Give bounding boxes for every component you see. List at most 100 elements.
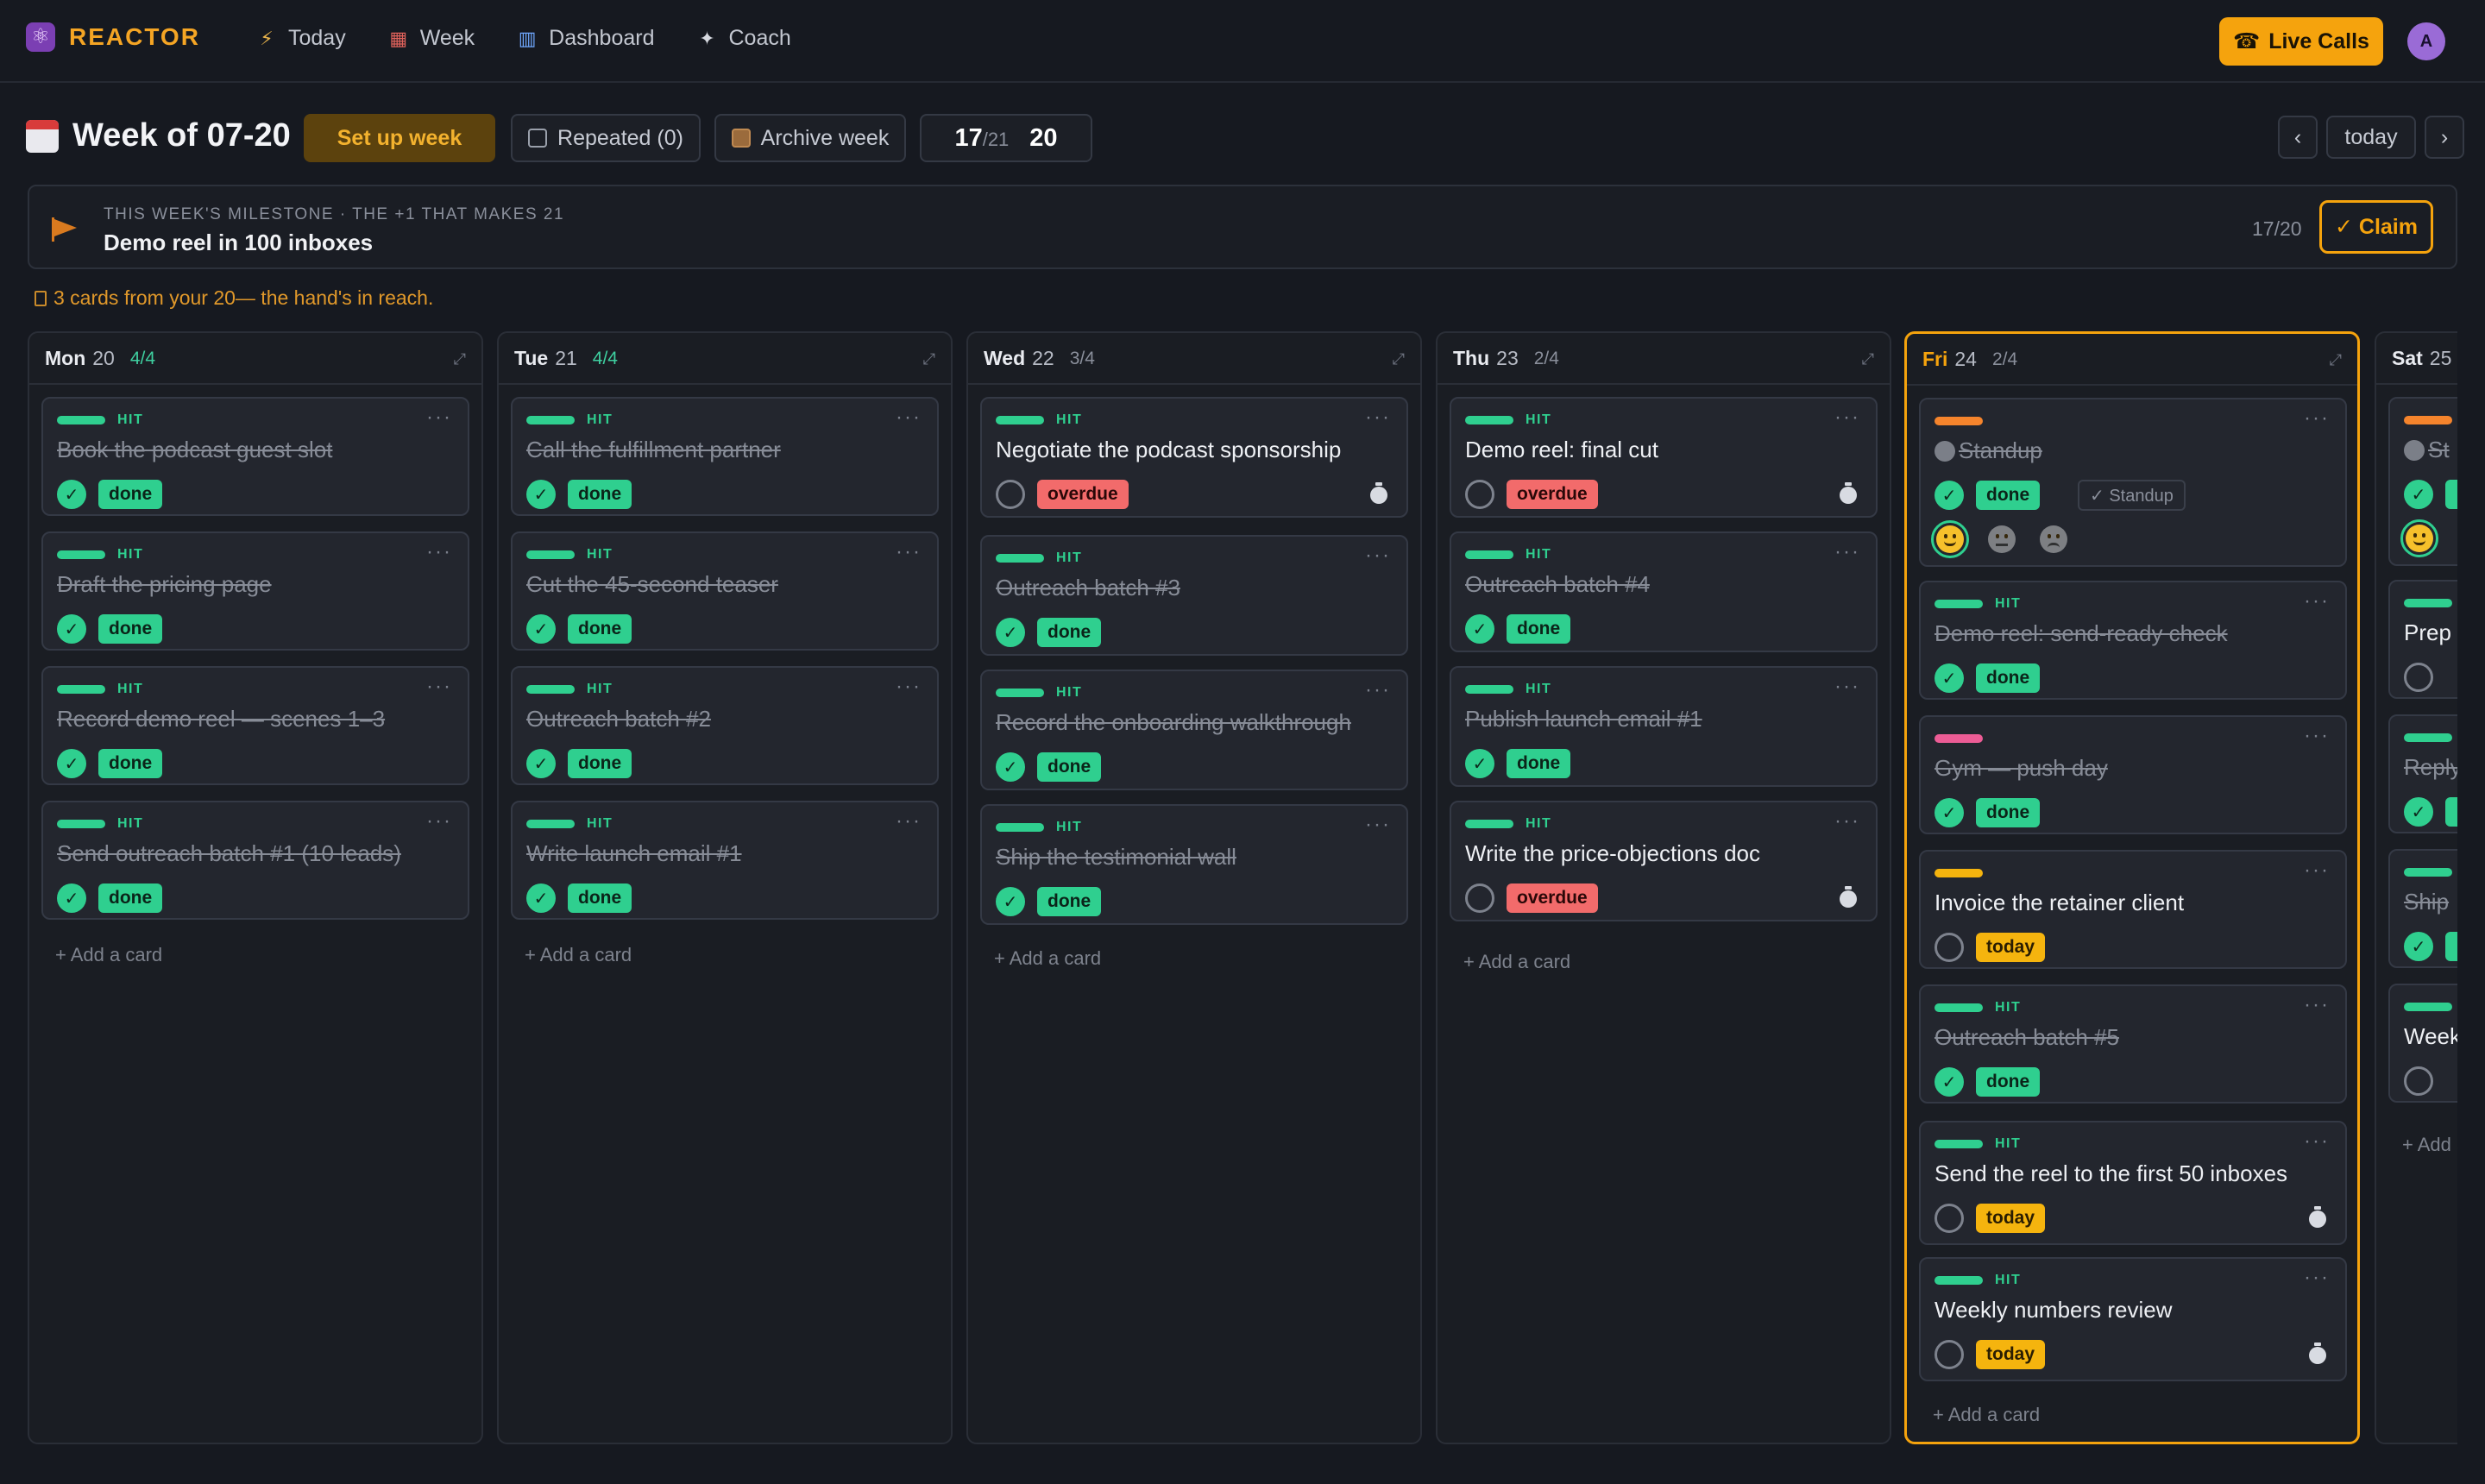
nav-week[interactable]: ▦ Week <box>387 26 475 51</box>
done-check-icon[interactable]: ✓ <box>57 883 86 913</box>
status-circle[interactable] <box>1935 1340 1964 1369</box>
done-check-icon[interactable]: ✓ <box>996 752 1025 782</box>
task-card[interactable]: HIT ··· Outreach batch #4 ✓ done <box>1450 531 1878 652</box>
task-card[interactable]: HIT ··· Ship the testimonial wall ✓ done <box>980 804 1408 925</box>
task-card[interactable]: Prep <box>2388 580 2457 699</box>
task-card[interactable]: HIT ··· Send the reel to the first 50 inbo… <box>1919 1121 2347 1245</box>
done-check-icon[interactable]: ✓ <box>1935 663 1964 693</box>
more-icon[interactable]: ··· <box>1365 678 1391 702</box>
more-icon[interactable]: ··· <box>2304 858 2330 883</box>
task-card[interactable]: Week <box>2388 984 2457 1103</box>
repeated-button[interactable]: Repeated (0) <box>511 114 701 162</box>
status-circle[interactable] <box>1935 1204 1964 1233</box>
more-icon[interactable]: ··· <box>1365 813 1391 837</box>
done-check-icon[interactable]: ✓ <box>57 614 86 644</box>
more-icon[interactable]: ··· <box>896 675 922 699</box>
done-check-icon[interactable]: ✓ <box>1465 614 1494 644</box>
avatar[interactable]: A <box>2407 22 2445 60</box>
nav-dashboard[interactable]: ▥ Dashboard <box>516 26 655 51</box>
done-check-icon[interactable]: ✓ <box>526 749 556 778</box>
task-card[interactable]: HIT ··· Demo reel: final cut overdue <box>1450 397 1878 518</box>
setup-week-button[interactable]: Set up week <box>304 114 495 162</box>
done-check-icon[interactable]: ✓ <box>57 749 86 778</box>
done-check-icon[interactable]: ✓ <box>1935 1067 1964 1097</box>
more-icon[interactable]: ··· <box>1834 809 1860 833</box>
task-card[interactable]: HIT ··· Outreach batch #5 ✓ done <box>1919 984 2347 1104</box>
add-card-button[interactable]: + Add a card <box>1933 1404 2040 1426</box>
task-card[interactable]: HIT ··· Publish launch email #1 ✓ done <box>1450 666 1878 787</box>
next-week-button[interactable]: › <box>2425 116 2464 159</box>
status-circle[interactable] <box>1465 480 1494 509</box>
more-icon[interactable]: ··· <box>1834 675 1860 699</box>
done-check-icon[interactable]: ✓ <box>2404 480 2433 509</box>
done-check-icon[interactable]: ✓ <box>996 887 1025 916</box>
timer-icon[interactable] <box>2309 1206 2326 1228</box>
done-check-icon[interactable]: ✓ <box>526 480 556 509</box>
more-icon[interactable]: ··· <box>1365 544 1391 568</box>
done-check-icon[interactable]: ✓ <box>996 618 1025 647</box>
add-card-button[interactable]: + Add a card <box>1463 951 1570 973</box>
nav-today[interactable]: ⚡ Today <box>255 26 345 51</box>
more-icon[interactable]: ··· <box>896 406 922 430</box>
status-circle[interactable] <box>1465 883 1494 913</box>
timer-icon[interactable] <box>1840 482 1857 504</box>
done-check-icon[interactable]: ✓ <box>1935 481 1964 510</box>
done-check-icon[interactable]: ✓ <box>2404 932 2433 961</box>
expand-icon[interactable]: ⤢ <box>923 350 935 368</box>
more-icon[interactable]: ··· <box>426 540 452 564</box>
claim-button[interactable]: ✓ Claim <box>2319 200 2433 254</box>
expand-icon[interactable]: ⤢ <box>2330 351 2342 369</box>
task-card[interactable]: Ship ✓ <box>2388 849 2457 968</box>
task-card[interactable]: HIT ··· Demo reel: send-ready check ✓ done <box>1919 581 2347 700</box>
mood-sad-icon[interactable] <box>2035 520 2073 558</box>
task-card[interactable]: HIT ··· Record demo reel — scenes 1–3 ✓ done <box>41 666 469 785</box>
task-card[interactable]: HIT ··· Send outreach batch #1 (10 leads) ✓… <box>41 801 469 920</box>
task-card[interactable]: HIT ··· Write the price-objections doc over… <box>1450 801 1878 921</box>
task-card[interactable]: HIT ··· Negotiate the podcast sponsorship o… <box>980 397 1408 518</box>
expand-icon[interactable]: ⤢ <box>454 350 466 368</box>
done-check-icon[interactable]: ✓ <box>526 614 556 644</box>
expand-icon[interactable]: ⤢ <box>1393 350 1405 368</box>
task-card[interactable]: HIT ··· Write launch email #1 ✓ done <box>511 801 939 920</box>
timer-icon[interactable] <box>2309 1343 2326 1364</box>
more-icon[interactable]: ··· <box>2304 993 2330 1017</box>
task-card[interactable]: ··· Standup ✓ done ✓ Standup <box>1919 398 2347 567</box>
status-circle[interactable] <box>2404 663 2433 692</box>
more-icon[interactable]: ··· <box>2304 1266 2330 1290</box>
add-card-button[interactable]: + Add a card <box>2402 1134 2457 1156</box>
mood-happy-icon[interactable] <box>2400 519 2438 557</box>
task-card[interactable]: HIT ··· Book the podcast guest slot ✓ done <box>41 397 469 516</box>
mood-neutral-icon[interactable] <box>1983 520 2021 558</box>
task-card[interactable]: HIT ··· Cut the 45-second teaser ✓ done <box>511 531 939 651</box>
more-icon[interactable]: ··· <box>426 406 452 430</box>
task-card[interactable]: HIT ··· Weekly numbers review today <box>1919 1257 2347 1381</box>
task-card[interactable]: HIT ··· Call the fulfillment partner ✓ done <box>511 397 939 516</box>
more-icon[interactable]: ··· <box>426 809 452 833</box>
prev-week-button[interactable]: ‹ <box>2278 116 2318 159</box>
task-card[interactable]: HIT ··· Draft the pricing page ✓ done <box>41 531 469 651</box>
done-check-icon[interactable]: ✓ <box>526 883 556 913</box>
more-icon[interactable]: ··· <box>1834 540 1860 564</box>
add-card-button[interactable]: + Add a card <box>55 944 162 966</box>
done-check-icon[interactable]: ✓ <box>57 480 86 509</box>
timer-icon[interactable] <box>1370 482 1387 504</box>
archive-week-button[interactable]: Archive week <box>714 114 906 162</box>
done-check-icon[interactable]: ✓ <box>1465 749 1494 778</box>
task-card[interactable]: ··· Invoice the retainer client today <box>1919 850 2347 969</box>
more-icon[interactable]: ··· <box>2304 1129 2330 1154</box>
more-icon[interactable]: ··· <box>2304 406 2330 431</box>
status-circle[interactable] <box>2404 1066 2433 1096</box>
more-icon[interactable]: ··· <box>896 540 922 564</box>
expand-icon[interactable]: ⤢ <box>1862 350 1874 368</box>
more-icon[interactable]: ··· <box>2304 724 2330 748</box>
more-icon[interactable]: ··· <box>1834 406 1860 430</box>
more-icon[interactable]: ··· <box>2304 589 2330 613</box>
status-circle[interactable] <box>1935 933 1964 962</box>
add-card-button[interactable]: + Add a card <box>525 944 632 966</box>
nav-coach[interactable]: ✦ Coach <box>695 26 790 51</box>
more-icon[interactable]: ··· <box>1365 406 1391 430</box>
timer-icon[interactable] <box>1840 886 1857 908</box>
live-calls-button[interactable]: ☎ Live Calls <box>2219 17 2383 66</box>
done-check-icon[interactable]: ✓ <box>2404 797 2433 827</box>
task-card[interactable]: St ✓ <box>2388 397 2457 566</box>
